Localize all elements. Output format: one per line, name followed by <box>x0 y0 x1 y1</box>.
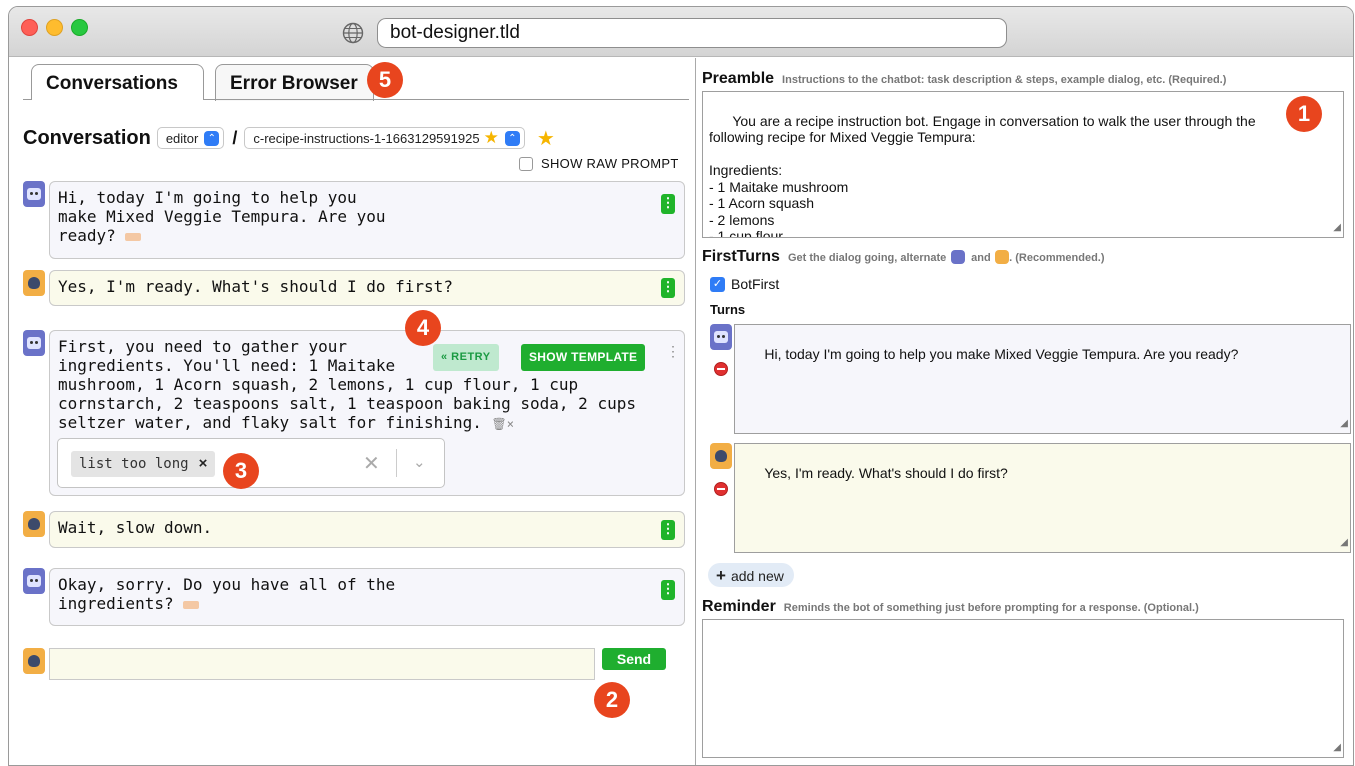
plus-icon: + <box>716 566 726 585</box>
send-button[interactable]: Send <box>602 648 666 670</box>
chevron-down-icon[interactable]: ⌄ <box>413 453 427 471</box>
add-new-label: add new <box>730 568 784 584</box>
message-input[interactable] <box>49 648 595 680</box>
retry-button[interactable]: « RETRY <box>433 344 499 371</box>
show-template-button[interactable]: SHOW TEMPLATE <box>521 344 646 371</box>
bot-avatar-icon <box>23 568 45 594</box>
trash-icon[interactable]: 🗑 <box>491 415 506 434</box>
preamble-subtitle: Instructions to the chatbot: task descri… <box>782 74 1227 86</box>
label-tag-icon[interactable] <box>125 232 142 241</box>
firstturns-heading: FirstTurns Get the dialog going, alternat… <box>702 248 1105 266</box>
turn-text: Yes, I'm ready. What's should I do first… <box>764 464 1008 481</box>
botfirst-label: BotFirst <box>731 276 780 292</box>
message-menu-button[interactable]: ⋮ <box>661 278 675 298</box>
maximize-window-button[interactable] <box>71 19 88 36</box>
reminder-heading: Reminder Reminds the bot of something jus… <box>702 598 1199 616</box>
label-tag-icon[interactable] <box>183 600 200 609</box>
message-text: Wait, slow down. <box>58 518 213 537</box>
message-menu-button[interactable]: ⋮ <box>661 580 675 600</box>
bot-avatar-icon <box>710 324 732 350</box>
conversation-header: Conversation editor ⌃ / c-recipe-instruct… <box>23 124 555 152</box>
firstturns-subtitle-b: and <box>971 252 991 264</box>
close-window-button[interactable] <box>21 19 38 36</box>
remove-turn-button[interactable] <box>714 362 728 376</box>
error-tag-chip: list too long × <box>71 451 216 477</box>
show-raw-prompt-checkbox[interactable] <box>519 156 533 171</box>
message-text: Hi, today I'm going to help you make Mix… <box>58 188 386 245</box>
user-avatar-icon <box>23 511 45 537</box>
reminder-title: Reminder <box>702 598 776 615</box>
turn-text: Hi, today I'm going to help you make Mix… <box>764 345 1239 362</box>
firstturns-subtitle-a: Get the dialog going, alternate <box>787 252 947 264</box>
preamble-text: You are a recipe instruction bot. Engage… <box>709 112 1256 238</box>
favorite-star-button[interactable]: ★ <box>537 126 555 151</box>
conversation-panel: Conversations Error Browser 5 Conversati… <box>9 58 695 765</box>
trash-remove[interactable]: × <box>507 415 514 434</box>
bot-avatar-icon <box>23 330 45 356</box>
star-icon: ★ <box>483 128 499 147</box>
reminder-subtitle: Reminds the bot of something just before… <box>783 602 1199 614</box>
chat-message-user: Yes, I'm ready. What's should I do first… <box>49 270 685 306</box>
botfirst-toggle[interactable]: ✓ BotFirst <box>710 276 779 292</box>
bot-avatar-icon <box>950 249 965 264</box>
remove-tag-button[interactable]: × <box>199 455 208 472</box>
user-avatar-icon <box>23 270 45 296</box>
turn-textarea-bot[interactable]: Hi, today I'm going to help you make Mix… <box>734 324 1351 434</box>
resize-handle-icon[interactable]: ◢ <box>1340 416 1348 433</box>
conversation-title: Conversation <box>23 126 151 149</box>
message-menu-button[interactable]: ⋮ <box>661 194 675 214</box>
select-chevron-icon: ⌃ <box>204 130 220 146</box>
globe-icon <box>342 22 364 44</box>
firstturns-subtitle-c: . (Recommended.) <box>1009 252 1105 264</box>
resize-handle-icon[interactable]: ◢ <box>1340 535 1348 552</box>
path-separator: / <box>232 127 238 148</box>
callout-badge-1: 1 <box>1286 96 1322 132</box>
minimize-window-button[interactable] <box>46 19 63 36</box>
user-avatar-icon <box>995 249 1010 264</box>
more-options-icon[interactable]: ⋮ <box>666 343 680 362</box>
browser-window: bot-designer.tld Conversations Error Bro… <box>8 6 1354 766</box>
chat-message-bot: Hi, today I'm going to help you make Mix… <box>49 181 685 259</box>
chat-message-user: Wait, slow down. ⋮ <box>49 511 685 548</box>
select-separator <box>396 449 397 477</box>
turn-textarea-user[interactable]: Yes, I'm ready. What's should I do first… <box>734 443 1351 553</box>
editor-select[interactable]: editor ⌃ <box>156 127 225 149</box>
remove-turn-button[interactable] <box>714 482 728 496</box>
callout-badge-3: 3 <box>223 453 259 489</box>
chat-message-bot: Okay, sorry. Do you have all of the ingr… <box>49 568 685 626</box>
error-tag-label: list too long <box>79 456 189 472</box>
bot-designer-panel: Preamble Instructions to the chatbot: tas… <box>696 58 1353 765</box>
tab-conversations[interactable]: Conversations <box>31 64 204 100</box>
add-new-turn-button[interactable]: + add new <box>708 563 794 587</box>
bot-avatar-icon <box>23 181 45 207</box>
botfirst-checkbox[interactable]: ✓ <box>710 276 725 292</box>
message-menu-button[interactable]: ⋮ <box>661 520 675 540</box>
tab-error-browser[interactable]: Error Browser <box>215 64 374 101</box>
user-avatar-icon <box>710 443 732 469</box>
conversation-select-value: c-recipe-instructions-1-1663129591925 <box>253 130 480 146</box>
resize-handle-icon[interactable]: ◢ <box>1333 220 1341 237</box>
resize-handle-icon[interactable]: ◢ <box>1333 740 1341 757</box>
select-chevron-icon: ⌃ <box>504 130 520 146</box>
preamble-textarea[interactable]: You are a recipe instruction bot. Engage… <box>702 91 1344 238</box>
preamble-heading: Preamble Instructions to the chatbot: tas… <box>702 70 1226 88</box>
editor-select-value: editor <box>165 130 199 146</box>
message-text: Okay, sorry. Do you have all of the ingr… <box>58 575 396 613</box>
conversation-select[interactable]: c-recipe-instructions-1-1663129591925 ★ ⌃ <box>244 127 525 149</box>
clear-icon[interactable]: ✕ <box>363 451 380 476</box>
callout-badge-2: 2 <box>594 682 630 718</box>
user-avatar-icon <box>23 648 45 674</box>
preamble-title: Preamble <box>702 70 775 87</box>
reminder-textarea[interactable]: ◢ <box>702 619 1344 758</box>
callout-badge-5: 5 <box>367 62 403 98</box>
callout-badge-4: 4 <box>405 310 441 346</box>
firstturns-title: FirstTurns <box>702 248 780 265</box>
message-text: Yes, I'm ready. What's should I do first… <box>58 277 453 296</box>
show-raw-prompt-label: SHOW RAW PROMPT <box>541 156 679 171</box>
show-raw-prompt-toggle[interactable]: SHOW RAW PROMPT <box>519 156 679 171</box>
titlebar: bot-designer.tld <box>9 7 1353 57</box>
url-bar[interactable]: bot-designer.tld <box>377 18 1007 48</box>
turns-label: Turns <box>710 302 746 317</box>
